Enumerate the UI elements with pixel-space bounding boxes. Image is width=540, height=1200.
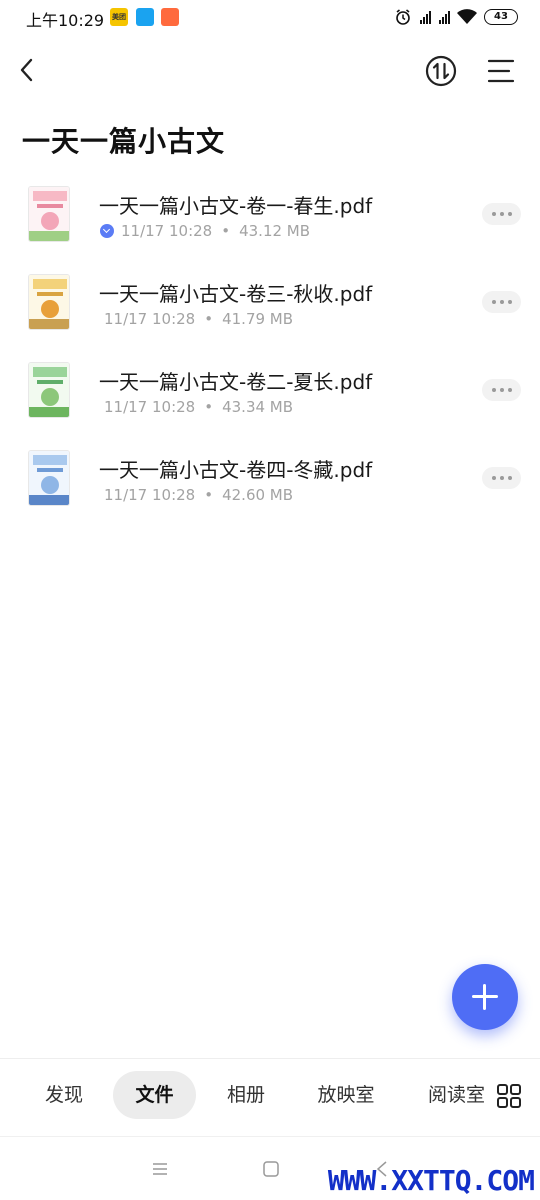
status-bar: 上午10:29 美团 43 (0, 0, 540, 34)
alarm-icon (396, 9, 410, 25)
page-title: 一天一篇小古文 (22, 125, 226, 158)
wifi-icon (457, 9, 477, 24)
meta-separator: • (204, 310, 214, 328)
file-row[interactable]: 一天一篇小古文-卷一-春生.pdf 11/17 10:28 • 43.12 MB (0, 170, 540, 258)
file-meta: 11/17 10:28 • 43.34 MB (104, 398, 293, 416)
file-row[interactable]: 一天一篇小古文-卷二-夏长.pdf 11/17 10:28 • 43.34 MB (0, 346, 540, 434)
tab-reading-room[interactable]: 阅读室 (418, 1071, 488, 1119)
tab-discover[interactable]: 发现 (24, 1071, 104, 1119)
watermark: WWW.XXTTQ.COM (327, 1164, 535, 1197)
status-time: 上午10:29 (26, 11, 105, 30)
file-row[interactable]: 一天一篇小古文-卷四-冬藏.pdf 11/17 10:28 • 42.60 MB (0, 434, 540, 522)
home-icon[interactable] (261, 1159, 281, 1179)
tab-album[interactable]: 相册 (206, 1071, 286, 1119)
feishu-app-icon (136, 8, 154, 26)
meta-separator: • (221, 222, 231, 240)
file-date: 11/17 10:28 (104, 486, 196, 504)
more-options-button[interactable] (482, 467, 521, 489)
file-meta: 11/17 10:28 • 42.60 MB (104, 486, 293, 504)
file-size: 41.79 MB (222, 310, 294, 328)
file-date: 11/17 10:28 (121, 222, 213, 240)
signal-icon-2 (437, 10, 450, 24)
tab-screening-room[interactable]: 放映室 (306, 1071, 386, 1119)
meituan-app-icon: 美团 (110, 8, 128, 26)
back-icon[interactable] (12, 54, 44, 86)
pdf-cover-thumbnail (28, 274, 70, 330)
meta-separator: • (204, 486, 214, 504)
pdf-cover-thumbnail (28, 450, 70, 506)
sort-icon[interactable] (424, 54, 458, 88)
status-icons: 43 (394, 7, 518, 27)
file-size: 42.60 MB (222, 486, 294, 504)
file-row[interactable]: 一天一篇小古文-卷三-秋收.pdf 11/17 10:28 • 41.79 MB (0, 258, 540, 346)
file-name: 一天一篇小古文-卷二-夏长.pdf (99, 370, 373, 394)
pdf-cover-thumbnail (28, 186, 70, 242)
file-size: 43.12 MB (239, 222, 311, 240)
file-date: 11/17 10:28 (104, 310, 196, 328)
more-options-button[interactable] (482, 203, 521, 225)
meta-separator: • (204, 398, 214, 416)
file-name: 一天一篇小古文-卷一-春生.pdf (99, 194, 373, 218)
list-menu-icon[interactable] (484, 54, 518, 88)
file-list: 一天一篇小古文-卷一-春生.pdf 11/17 10:28 • 43.12 MB… (0, 170, 540, 522)
more-options-button[interactable] (482, 379, 521, 401)
battery-indicator: 43 (484, 9, 518, 25)
cat-app-icon (161, 8, 179, 26)
add-button[interactable] (452, 964, 518, 1030)
signal-icon (418, 10, 431, 24)
file-size: 43.34 MB (222, 398, 294, 416)
pdf-cover-thumbnail (28, 362, 70, 418)
file-meta: 11/17 10:28 • 41.79 MB (104, 310, 293, 328)
file-meta: 11/17 10:28 • 43.12 MB (100, 222, 310, 240)
screen: 上午10:29 美团 43 一天一篇小古文 一天一篇小古文-卷一-春生.pdf … (0, 0, 540, 1200)
file-name: 一天一篇小古文-卷三-秋收.pdf (99, 282, 373, 306)
file-name: 一天一篇小古文-卷四-冬藏.pdf (99, 458, 373, 482)
file-date: 11/17 10:28 (104, 398, 196, 416)
tab-files[interactable]: 文件 (113, 1071, 196, 1119)
more-options-button[interactable] (482, 291, 521, 313)
grid-icon[interactable] (496, 1083, 522, 1109)
app-header (0, 40, 540, 104)
downloaded-icon (100, 224, 114, 238)
bottom-nav: 发现 文件 相册 放映室 阅读室 (0, 1058, 540, 1136)
recent-apps-icon[interactable] (150, 1159, 170, 1179)
